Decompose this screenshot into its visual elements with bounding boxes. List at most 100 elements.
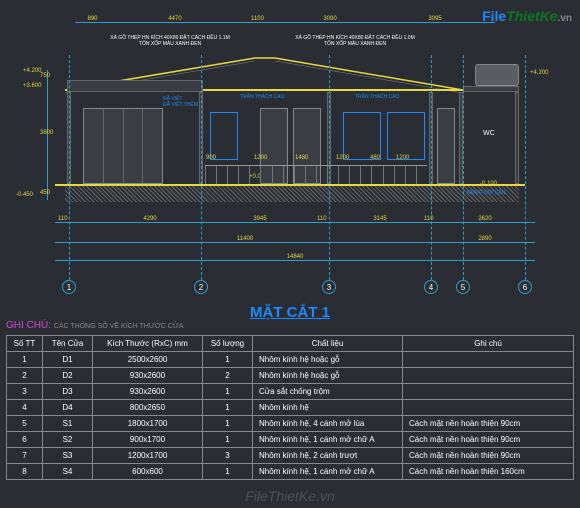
table-cell: 1 <box>203 400 253 416</box>
dim-win-4: 480 <box>370 155 380 161</box>
dim-line-top <box>75 22 495 23</box>
dim-win-5: 1200 <box>396 155 409 161</box>
table-cell <box>403 368 574 384</box>
dim-b1-5: 110 <box>424 216 434 222</box>
table-cell: 1200x1700 <box>93 448 203 464</box>
dim-win-3: 1200 <box>336 155 349 161</box>
table-row: 5S11800x17001Nhôm kính hệ, 4 cánh mở lùa… <box>7 416 574 432</box>
window-3 <box>387 112 425 160</box>
table-cell: 930x2600 <box>93 384 203 400</box>
axis-3: 3 <box>322 280 336 294</box>
ceiling-label-1: TRẦN THẠCH CAO <box>240 94 284 100</box>
table-cell: Nhôm kính hệ hoặc gỗ <box>253 368 403 384</box>
axis-line-2 <box>201 55 202 280</box>
building-section: TRẦN THẠCH CAO TRẦN THẠCH CAO <box>55 50 525 230</box>
door-schedule-table: Số TT Tên Cửa Kích Thước (RxC) mm Số lượ… <box>6 335 574 480</box>
th-kich: Kích Thước (RxC) mm <box>93 336 203 352</box>
table-row: 1D12500x26001Nhôm kính hệ hoặc gỗ <box>7 352 574 368</box>
table-cell: S3 <box>43 448 93 464</box>
water-tank <box>475 64 519 86</box>
axis-1: 1 <box>62 280 76 294</box>
table-cell: 1 <box>203 352 253 368</box>
table-cell: Nhôm kính hệ, 2 cánh trượt <box>253 448 403 464</box>
table-cell: Cách mặt nền hoàn thiện 90cm <box>403 448 574 464</box>
tank-slab <box>463 86 519 92</box>
dim-top-4: 3095 <box>385 16 485 22</box>
roof-svg <box>55 50 525 100</box>
th-chat: Chất liệu <box>253 336 403 352</box>
table-cell <box>403 384 574 400</box>
logo-part-vn: .vn <box>558 13 572 24</box>
cornice-left <box>67 80 203 92</box>
balustrade <box>205 165 427 184</box>
table-cell: S2 <box>43 432 93 448</box>
table-cell: Cửa sắt chống trộm <box>253 384 403 400</box>
dim-top-1: 4470 <box>115 16 235 22</box>
table-cell: S1 <box>43 416 93 432</box>
drawing-title: MẶT CẮT 1 <box>0 304 580 321</box>
dim-win-0: 900 <box>206 155 216 161</box>
dim-b1-0: 110 <box>58 216 68 222</box>
table-cell: 8 <box>7 464 43 480</box>
dim-b3: 14840 <box>60 254 530 260</box>
right-note: NỀN Ế LÂN CẬN <box>467 190 505 196</box>
cad-canvas: FileThietKe.vn 890 4470 1100 3090 3095 X… <box>0 0 580 508</box>
wc-label: WC <box>483 130 495 137</box>
dim-b1-1: 4290 <box>100 216 200 222</box>
dim-vl-1: 3800 <box>40 130 53 136</box>
axis-2: 2 <box>194 280 208 294</box>
window-2 <box>343 112 381 160</box>
th-ghichu: Ghi chú <box>403 336 574 352</box>
table-cell: 930x2600 <box>93 368 203 384</box>
table-cell: 5 <box>7 416 43 432</box>
door-d1 <box>83 108 163 184</box>
axis-6: 6 <box>518 280 532 294</box>
level-top-r: +4.200 <box>530 70 549 76</box>
ghichu-subtext: CÁC THÔNG SỐ VỀ KÍCH THƯỚC CỬA <box>54 323 184 330</box>
dim-b2-right: 2890 <box>440 236 530 242</box>
table-cell: S4 <box>43 464 93 480</box>
table-cell: Cách mặt nền hoàn thiện 90cm <box>403 432 574 448</box>
table-cell: D2 <box>43 368 93 384</box>
door-wc <box>437 108 455 184</box>
roof-note-left: XÀ GỒ THÉP HN KÍCH 40X80 ĐẶT CÁCH ĐỀU 1.… <box>100 35 240 47</box>
table-cell: 900x1700 <box>93 432 203 448</box>
table-cell: 800x2650 <box>93 400 203 416</box>
ceiling-label-2: TRẦN THẠCH CAO <box>355 94 399 100</box>
th-ten: Tên Cửa <box>43 336 93 352</box>
dim-vl-0: 750 <box>40 73 50 79</box>
table-row: 6S2900x17001Nhôm kính hệ, 1 cánh mở chữ … <box>7 432 574 448</box>
axis-5: 5 <box>456 280 470 294</box>
table-cell: D4 <box>43 400 93 416</box>
table-cell: 3 <box>203 448 253 464</box>
th-sl: Số lượng <box>203 336 253 352</box>
table-cell: D3 <box>43 384 93 400</box>
table-cell: 1800x1700 <box>93 416 203 432</box>
dim-b1-6: 2620 <box>450 216 520 222</box>
foundation-hatch <box>65 186 519 202</box>
dim-top-3: 3090 <box>280 16 380 22</box>
table-cell: 2 <box>203 368 253 384</box>
roof-note-right: XÀ GỒ THÉP HN KÍCH 40X80 ĐẶT CÁCH ĐỀU 1.… <box>285 35 425 47</box>
table-cell: 2 <box>7 368 43 384</box>
th-stt: Số TT <box>7 336 43 352</box>
axis-4: 4 <box>424 280 438 294</box>
axis-line-6 <box>525 55 526 280</box>
table-cell: 1 <box>203 464 253 480</box>
table-row: 7S31200x17003Nhôm kính hệ, 2 cánh trượtC… <box>7 448 574 464</box>
table-row: 4D4800x26501Nhôm kính hệ <box>7 400 574 416</box>
axis-line-4 <box>431 55 432 280</box>
table-cell: Nhôm kính hệ <box>253 400 403 416</box>
table-cell: Nhôm kính hệ, 1 cánh mở chữ A <box>253 432 403 448</box>
table-cell: Nhôm kính hệ, 4 cánh mở lùa <box>253 416 403 432</box>
table-row: 2D2930x26002Nhôm kính hệ hoặc gỗ <box>7 368 574 384</box>
table-cell: Cách mặt nền hoàn thiện 160cm <box>403 464 574 480</box>
table-cell: Nhôm kính hệ hoặc gỗ <box>253 352 403 368</box>
ghichu-text: GHI CHÚ: <box>6 320 51 331</box>
table-cell: 1 <box>203 416 253 432</box>
axis-line-3 <box>329 55 330 280</box>
table-cell <box>403 352 574 368</box>
table-cell: 4 <box>7 400 43 416</box>
table-cell: 3 <box>7 384 43 400</box>
ghichu-label: GHI CHÚ: CÁC THÔNG SỐ VỀ KÍCH THƯỚC CỬA <box>6 320 184 331</box>
